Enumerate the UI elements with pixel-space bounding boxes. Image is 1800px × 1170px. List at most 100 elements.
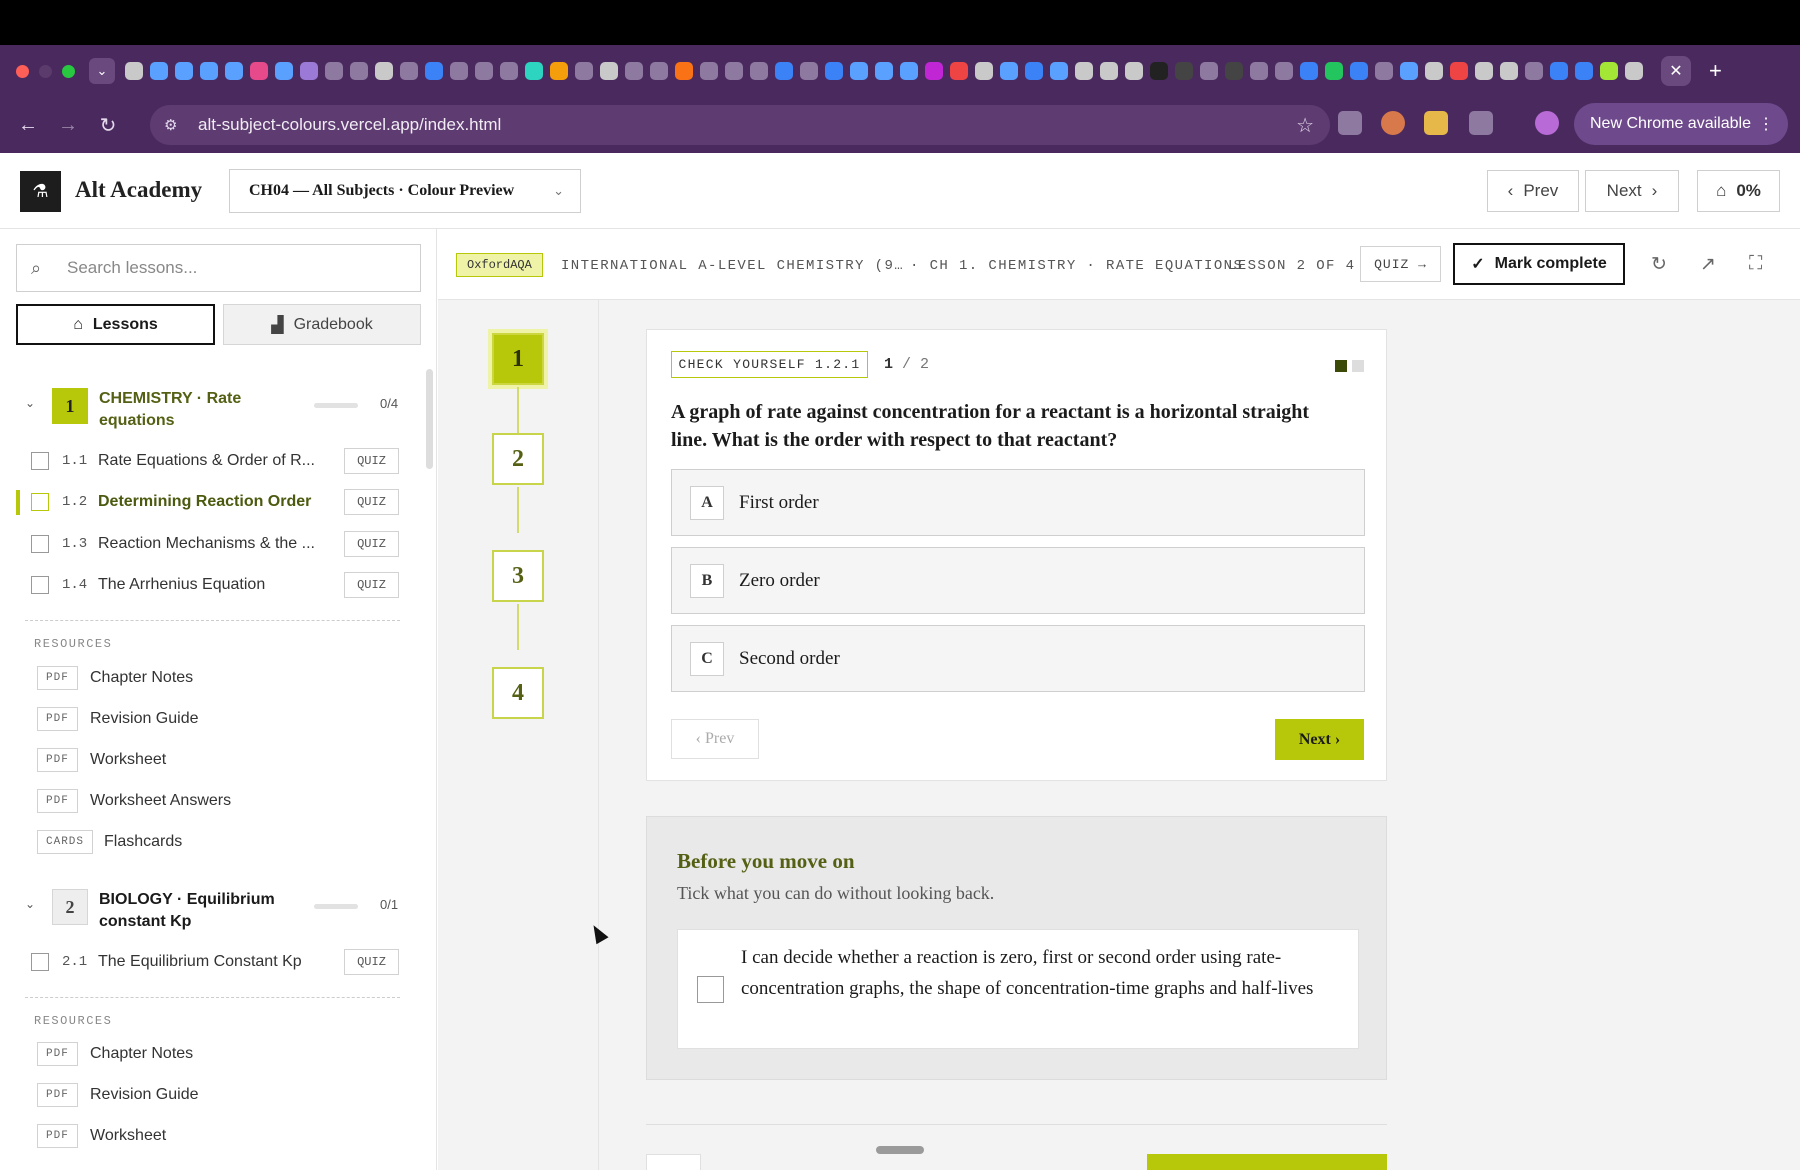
close-window-button[interactable]	[16, 64, 29, 78]
pinned-tab-favicon-icon[interactable]	[925, 62, 943, 80]
chapter-crumb[interactable]: · CH 1. CHEMISTRY · RATE EQUATIONS	[910, 258, 1243, 274]
mark-complete-button[interactable]: ✓ Mark complete	[1453, 243, 1625, 285]
quiz-button[interactable]: QUIZ	[344, 948, 399, 975]
site-settings-icon[interactable]: ⚙	[164, 116, 186, 134]
scroll-handle[interactable]	[876, 1146, 924, 1154]
extensions-puzzle-icon[interactable]	[1469, 111, 1493, 135]
lesson-row-1-1[interactable]: 1.1 Rate Equations & Order of R... QUIZ	[0, 440, 420, 482]
pinned-tab-favicon-icon[interactable]	[1175, 62, 1193, 80]
tab-search-chevron-icon[interactable]: ⌄	[89, 58, 115, 84]
pinned-tab-favicon-icon[interactable]	[250, 62, 268, 80]
lesson-row-1-2[interactable]: 1.2 Determining Reaction Order QUIZ	[0, 482, 420, 524]
pinned-tab-favicon-icon[interactable]	[700, 62, 718, 80]
bottom-continue-button[interactable]	[1147, 1154, 1387, 1170]
checklist-checkbox[interactable]	[697, 976, 724, 1003]
camera-extension-icon[interactable]	[1338, 111, 1362, 135]
pinned-tab-favicon-icon[interactable]	[1400, 62, 1418, 80]
pinned-tab-favicon-icon[interactable]	[225, 62, 243, 80]
sidebar-scrollbar[interactable]	[426, 369, 433, 469]
checklist-item[interactable]: I can decide whether a reaction is zero,…	[677, 929, 1359, 1049]
pinned-tab-favicon-icon[interactable]	[1150, 62, 1168, 80]
pinned-tab-favicon-icon[interactable]	[1425, 62, 1443, 80]
bookmark-star-icon[interactable]: ☆	[1296, 113, 1314, 138]
pinned-tab-favicon-icon[interactable]	[1500, 62, 1518, 80]
tab-lessons[interactable]: ⌂ Lessons	[16, 304, 215, 345]
search-input[interactable]: ⌕ Search lessons...	[16, 244, 421, 292]
prev-question-button[interactable]: ‹ Prev	[671, 719, 759, 759]
pinned-tab-favicon-icon[interactable]	[525, 62, 543, 80]
pinned-tab-favicon-icon[interactable]	[725, 62, 743, 80]
lesson-row-1-3[interactable]: 1.3 Reaction Mechanisms & the ... QUIZ	[0, 523, 420, 565]
next-lesson-button[interactable]: Next ›	[1585, 170, 1679, 212]
progress-button[interactable]: ⌂ 0%	[1697, 170, 1780, 212]
back-arrow-icon[interactable]: ←	[8, 114, 48, 137]
lesson-checkbox[interactable]	[31, 493, 49, 512]
kebab-menu-icon[interactable]: ⋮	[1758, 114, 1774, 134]
section-header[interactable]: ⌄ 1 CHEMISTRY · Rate equations 0/4	[0, 380, 420, 440]
option-a[interactable]: A First order	[671, 469, 1365, 536]
option-b[interactable]: B Zero order	[671, 547, 1365, 614]
active-tab-close-button[interactable]: ✕	[1661, 56, 1691, 86]
chapter-select[interactable]: CH04 — All Subjects · Colour Preview ⌄	[229, 169, 581, 213]
pinned-tab-favicon-icon[interactable]	[875, 62, 893, 80]
step-1[interactable]: 1	[492, 333, 544, 385]
pinned-tab-favicon-icon[interactable]	[425, 62, 443, 80]
pinned-tab-favicon-icon[interactable]	[600, 62, 618, 80]
pinned-tab-favicon-icon[interactable]	[800, 62, 818, 80]
pinned-tab-favicon-icon[interactable]	[450, 62, 468, 80]
bottom-prev-button[interactable]	[646, 1154, 701, 1170]
lesson-checkbox[interactable]	[31, 534, 49, 553]
profile-avatar[interactable]	[1535, 111, 1559, 135]
lesson-checkbox[interactable]	[31, 576, 49, 595]
lesson-checkbox[interactable]	[31, 952, 49, 971]
maximize-window-button[interactable]	[62, 64, 75, 78]
pinned-tab-favicon-icon[interactable]	[400, 62, 418, 80]
pinned-tab-favicon-icon[interactable]	[200, 62, 218, 80]
notes-extension-icon[interactable]	[1424, 111, 1448, 135]
pinned-tab-favicon-icon[interactable]	[1275, 62, 1293, 80]
pinned-tab-favicon-icon[interactable]	[150, 62, 168, 80]
pinned-tab-favicon-icon[interactable]	[1325, 62, 1343, 80]
resource-item[interactable]: PDF Revision Guide	[0, 698, 420, 739]
quiz-button[interactable]: QUIZ	[344, 572, 399, 599]
pinned-tab-favicon-icon[interactable]	[1550, 62, 1568, 80]
step-4[interactable]: 4	[492, 667, 544, 719]
pinned-tab-favicon-icon[interactable]	[1000, 62, 1018, 80]
tab-gradebook[interactable]: ▟ Gradebook	[223, 304, 421, 345]
prev-lesson-button[interactable]: ‹ Prev	[1487, 170, 1579, 212]
pinned-tab-favicon-icon[interactable]	[975, 62, 993, 80]
pinned-tab-favicon-icon[interactable]	[1375, 62, 1393, 80]
section-header[interactable]: ⌄ 2 BIOLOGY · Equilibrium constant Kp 0/…	[0, 881, 420, 941]
new-chrome-available-button[interactable]: New Chrome available ⋮	[1574, 103, 1788, 145]
resource-item[interactable]: PDF Revision Guide	[0, 1075, 420, 1116]
resource-item[interactable]: CARDS Flashcards	[0, 821, 420, 862]
lesson-row-1-4[interactable]: 1.4 The Arrhenius Equation QUIZ	[0, 565, 420, 607]
chevron-down-icon[interactable]: ⌄	[25, 396, 35, 410]
pinned-tab-favicon-icon[interactable]	[1450, 62, 1468, 80]
pinned-tab-favicon-icon[interactable]	[650, 62, 668, 80]
pinned-tab-favicon-icon[interactable]	[825, 62, 843, 80]
external-link-icon[interactable]: ↗	[1700, 253, 1716, 276]
chevron-down-icon[interactable]: ⌄	[25, 897, 35, 911]
flask-logo-icon[interactable]: ⚗	[20, 171, 61, 212]
pinned-tab-favicon-icon[interactable]	[500, 62, 518, 80]
quiz-button[interactable]: QUIZ	[344, 489, 399, 516]
pinned-tab-favicon-icon[interactable]	[125, 62, 143, 80]
pinned-tab-favicon-icon[interactable]	[1200, 62, 1218, 80]
claude-extension-icon[interactable]	[1381, 111, 1405, 135]
option-c[interactable]: C Second order	[671, 625, 1365, 692]
pinned-tab-favicon-icon[interactable]	[1050, 62, 1068, 80]
pinned-tab-favicon-icon[interactable]	[350, 62, 368, 80]
quiz-link-button[interactable]: QUIZ →	[1360, 246, 1441, 282]
resource-item[interactable]: PDF Chapter Notes	[0, 1034, 420, 1075]
pinned-tab-favicon-icon[interactable]	[900, 62, 918, 80]
pinned-tab-favicon-icon[interactable]	[475, 62, 493, 80]
step-3[interactable]: 3	[492, 550, 544, 602]
pinned-tab-favicon-icon[interactable]	[325, 62, 343, 80]
pinned-tab-favicon-icon[interactable]	[950, 62, 968, 80]
pinned-tab-favicon-icon[interactable]	[1125, 62, 1143, 80]
pinned-tab-favicon-icon[interactable]	[675, 62, 693, 80]
pinned-tab-favicon-icon[interactable]	[1025, 62, 1043, 80]
pinned-tab-favicon-icon[interactable]	[300, 62, 318, 80]
next-question-button[interactable]: Next ›	[1275, 719, 1364, 760]
